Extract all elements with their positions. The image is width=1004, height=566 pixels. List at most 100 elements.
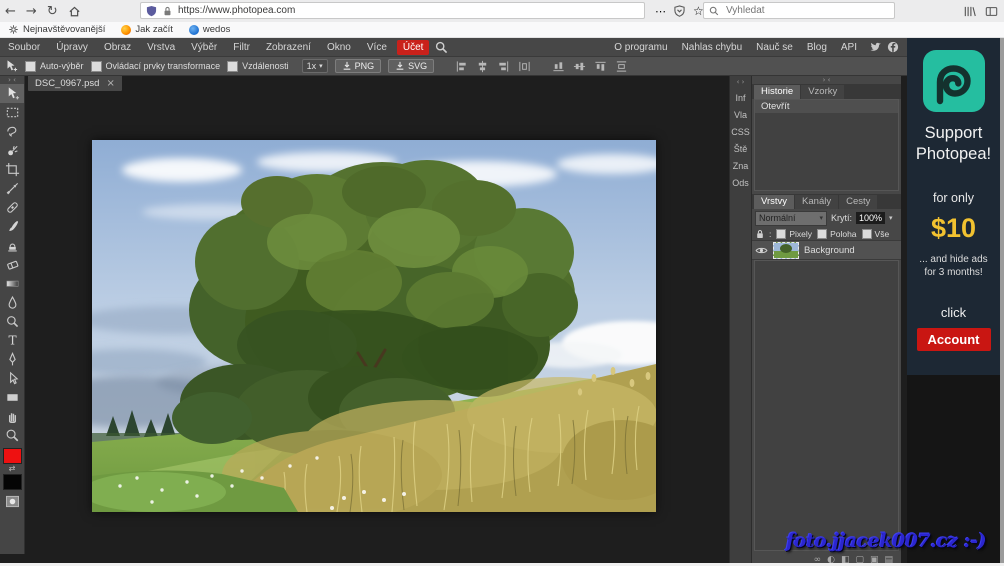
- menu-zobrazeni[interactable]: Zobrazení: [258, 40, 319, 55]
- menu-okno[interactable]: Okno: [319, 40, 359, 55]
- healing-brush-tool[interactable]: [0, 198, 24, 217]
- library-icon[interactable]: [963, 5, 976, 18]
- distances-option[interactable]: Vzdálenosti: [227, 61, 289, 72]
- tracking-shield-icon[interactable]: [146, 5, 157, 17]
- quick-selection-tool[interactable]: [0, 141, 24, 160]
- link-o-programu[interactable]: O programu: [607, 40, 674, 55]
- path-select-tool[interactable]: [0, 369, 24, 388]
- reload-icon[interactable]: ↻: [47, 1, 58, 22]
- menu-soubor[interactable]: Soubor: [0, 40, 48, 55]
- lock-icon[interactable]: [756, 229, 764, 239]
- tab-historie[interactable]: Historie: [754, 85, 800, 99]
- auto-select-checkbox[interactable]: [25, 61, 36, 72]
- panel-label-odstavec[interactable]: Ods: [732, 178, 749, 188]
- layer-row-background[interactable]: Background: [752, 240, 901, 260]
- foreground-color-swatch[interactable]: [3, 448, 22, 464]
- menu-vrstva[interactable]: Vrstva: [139, 40, 183, 55]
- tab-kanaly[interactable]: Kanály: [795, 195, 838, 209]
- url-bar[interactable]: https://www.photopea.com: [140, 2, 645, 19]
- overflow-menu-icon[interactable]: ⋯: [655, 5, 666, 18]
- layer-visibility-eye-icon[interactable]: [755, 246, 768, 255]
- brush-tool[interactable]: [0, 217, 24, 236]
- hand-tool[interactable]: [0, 407, 24, 426]
- search-bar[interactable]: [703, 2, 895, 19]
- support-ad-panel[interactable]: Support Photopea! for only $10 ... and h…: [907, 38, 1000, 375]
- bookmark-jak-zacit[interactable]: Jak začít: [121, 24, 173, 35]
- swap-colors-icon[interactable]: ⇄: [9, 464, 16, 474]
- distribute-horizontal-icon[interactable]: [518, 60, 531, 73]
- menu-vyber[interactable]: Výběr: [183, 40, 225, 55]
- layer-thumbnail[interactable]: [773, 242, 799, 259]
- document-tab[interactable]: DSC_0967.psd ×: [28, 76, 122, 91]
- eraser-tool[interactable]: [0, 255, 24, 274]
- marquee-select-tool[interactable]: [0, 103, 24, 122]
- export-png-button[interactable]: PNG: [335, 59, 382, 73]
- url-text[interactable]: https://www.photopea.com: [178, 5, 295, 16]
- align-right-icon[interactable]: [497, 60, 510, 73]
- tab-vrstvy[interactable]: Vrstvy: [754, 195, 794, 209]
- type-tool[interactable]: T: [0, 331, 24, 350]
- link-blog[interactable]: Blog: [800, 40, 834, 55]
- auto-select-option[interactable]: Auto-výběr: [25, 61, 84, 72]
- chevron-down-icon[interactable]: ▾: [889, 214, 893, 222]
- lock-pixels-checkbox[interactable]: [776, 229, 786, 239]
- menu-obraz[interactable]: Obraz: [96, 40, 139, 55]
- transform-controls-checkbox[interactable]: [91, 61, 102, 72]
- facebook-icon[interactable]: [887, 41, 899, 53]
- forward-icon[interactable]: →: [26, 1, 37, 22]
- canvas-area[interactable]: DSC_0967.psd ×: [24, 76, 729, 566]
- zoom-tool[interactable]: [0, 426, 24, 445]
- link-nauc-se[interactable]: Nauč se: [749, 40, 800, 55]
- transform-controls-option[interactable]: Ovládací prvky transformace: [91, 61, 221, 72]
- panel-label-info[interactable]: Inf: [735, 93, 745, 103]
- opacity-value[interactable]: 100%: [856, 212, 885, 224]
- link-nahlas-chybu[interactable]: Nahlas chybu: [675, 40, 750, 55]
- lock-all-checkbox[interactable]: [862, 229, 872, 239]
- collapse-history-icon[interactable]: › ‹: [752, 76, 901, 84]
- bookmark-most-visited[interactable]: Nejnavštěvovanější: [8, 24, 105, 35]
- close-tab-icon[interactable]: ×: [106, 78, 114, 89]
- eyedropper-tool[interactable]: [0, 179, 24, 198]
- search-input[interactable]: [724, 4, 868, 17]
- background-color-swatch[interactable]: [3, 474, 22, 490]
- browser-scrollbar[interactable]: [1000, 38, 1004, 563]
- home-icon[interactable]: [68, 5, 81, 18]
- pocket-icon[interactable]: [674, 5, 685, 17]
- menu-search-icon[interactable]: [435, 41, 448, 54]
- lasso-tool[interactable]: [0, 122, 24, 141]
- menu-ucet[interactable]: Účet: [397, 40, 430, 55]
- bookmark-wedos[interactable]: wedos: [189, 24, 230, 35]
- link-api[interactable]: API: [834, 40, 864, 55]
- photo-canvas-image[interactable]: [92, 140, 656, 512]
- panel-label-stetec[interactable]: Ště: [734, 144, 748, 154]
- quick-mask-icon[interactable]: [0, 492, 24, 511]
- dodge-tool[interactable]: [0, 312, 24, 331]
- menu-filtr[interactable]: Filtr: [225, 40, 258, 55]
- distribute-vertical-icon[interactable]: [615, 60, 628, 73]
- lock-all-option[interactable]: Vše: [862, 229, 890, 239]
- gradient-tool[interactable]: [0, 274, 24, 293]
- sidebar-icon[interactable]: [985, 5, 998, 18]
- align-center-horizontal-icon[interactable]: [476, 60, 489, 73]
- zoom-ratio-select[interactable]: 1x▾: [302, 59, 328, 73]
- align-middle-vertical-icon[interactable]: [573, 60, 586, 73]
- crop-tool[interactable]: [0, 160, 24, 179]
- collapse-panels-icon[interactable]: ‹ ›: [737, 78, 745, 86]
- twitter-icon[interactable]: [869, 42, 882, 53]
- distances-checkbox[interactable]: [227, 61, 238, 72]
- menu-upravy[interactable]: Úpravy: [48, 40, 96, 55]
- account-button[interactable]: Account: [917, 328, 991, 351]
- menu-vice[interactable]: Více: [359, 40, 395, 55]
- tab-cesty[interactable]: Cesty: [839, 195, 877, 209]
- align-left-icon[interactable]: [455, 60, 468, 73]
- shape-tool[interactable]: [0, 388, 24, 407]
- panel-label-vlastnosti[interactable]: Vla: [734, 110, 747, 120]
- lock-position-option[interactable]: Poloha: [817, 229, 856, 239]
- export-svg-button[interactable]: SVG: [388, 59, 434, 73]
- collapse-tools-icon[interactable]: › ‹: [8, 76, 16, 84]
- clone-stamp-tool[interactable]: [0, 236, 24, 255]
- align-bottom-icon[interactable]: [594, 60, 607, 73]
- lock-pixels-option[interactable]: Pixely: [776, 229, 812, 239]
- pen-tool[interactable]: [0, 350, 24, 369]
- lock-position-checkbox[interactable]: [817, 229, 827, 239]
